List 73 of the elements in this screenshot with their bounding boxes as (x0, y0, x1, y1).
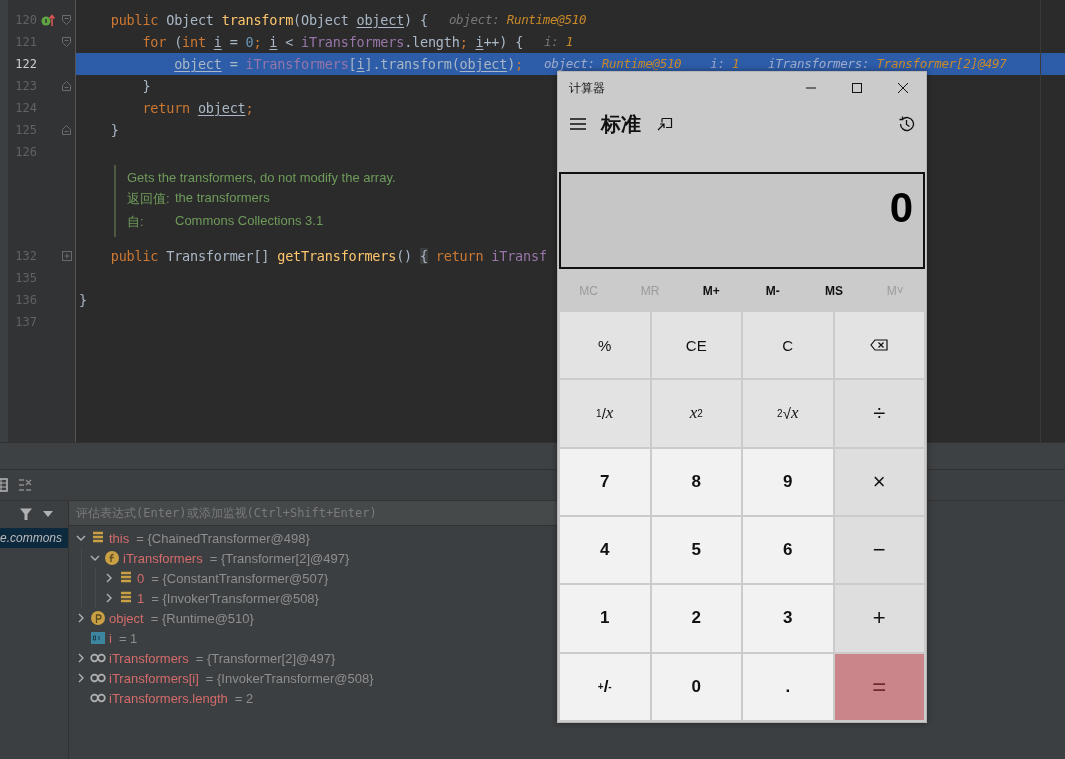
memory-button[interactable]: M+ (680, 269, 742, 312)
variable-value: = {Runtime@510} (150, 610, 254, 626)
digit-key[interactable]: 5 (651, 517, 741, 584)
close-icon[interactable] (897, 82, 909, 94)
variable-value: = {ChainedTransformer@498} (136, 530, 310, 546)
function-key[interactable]: $^{1}$/x (560, 380, 650, 447)
memory-button[interactable]: M- (742, 269, 804, 312)
digit-key[interactable]: 9 (743, 448, 833, 515)
code-line: } (79, 292, 87, 308)
code-line: public Transformer[] getTransformers() { return iTransf (109, 248, 547, 264)
variable-value: = {Transformer[2]@497} (195, 650, 336, 666)
fold-icon[interactable] (60, 250, 73, 262)
digit-key[interactable]: 6 (743, 517, 833, 584)
operator-key[interactable]: − (834, 517, 924, 584)
code-line: object = iTransformers[i].transform(object); (173, 56, 524, 72)
digit-key[interactable]: 4 (560, 517, 650, 584)
backspace-icon (870, 339, 889, 352)
variable-value: = 2 (234, 690, 254, 706)
variable-value: = {InvokerTransformer@508} (205, 670, 374, 686)
doc-value: Commons Collections 3.1 (175, 213, 324, 230)
display-value: 0 (889, 184, 913, 232)
dropdown-caret-icon[interactable] (43, 510, 53, 517)
stack-frame[interactable]: e.commons (0, 528, 68, 548)
code-line: public Object transform(Object object) { (109, 12, 428, 28)
equals-key[interactable]: = (834, 653, 924, 720)
operator-key[interactable]: + (834, 585, 924, 652)
inline-hint: object: Runtime@510 i: 1 iTransformers: Transformer[2]@497 (544, 58, 1007, 70)
fold-icon[interactable] (60, 80, 73, 92)
history-icon[interactable] (897, 115, 915, 133)
digit-key[interactable]: 0 (651, 653, 741, 720)
digit-key[interactable]: 7 (560, 448, 650, 515)
operator-key[interactable]: × (834, 448, 924, 515)
digit-key[interactable]: 1 (560, 585, 650, 652)
variable-value: = {ConstantTransformer@507} (151, 570, 329, 586)
menu-icon[interactable] (569, 117, 587, 131)
field-icon (104, 550, 120, 566)
inline-hint: i: 1 (544, 36, 573, 48)
variable-value: = {InvokerTransformer@508} (151, 590, 319, 606)
table-icon[interactable] (0, 478, 8, 492)
filter-icon[interactable] (19, 506, 33, 521)
operator-key[interactable]: ÷ (834, 380, 924, 447)
line-number: 122 (14, 57, 37, 71)
function-key[interactable]: C (743, 312, 833, 379)
doc-text: Gets the transformers, do not modify the array. (127, 170, 396, 185)
code-line: return object; (141, 100, 254, 116)
maximize-icon[interactable] (851, 82, 863, 94)
override-marker-icon[interactable] (41, 13, 55, 27)
memory-button[interactable]: MS (803, 269, 865, 312)
function-key[interactable]: $^{2}$√x (743, 380, 833, 447)
digit-key[interactable]: . (743, 653, 833, 720)
layout-icon[interactable] (18, 479, 32, 491)
primitive-icon (90, 630, 106, 646)
window-title: 计算器 (568, 79, 606, 97)
code-line: } (109, 122, 119, 138)
variable-value: = {Transformer[2]@497} (209, 550, 350, 566)
doc-label: 自: (127, 213, 145, 231)
digit-key[interactable]: 3 (743, 585, 833, 652)
function-key[interactable]: CE (651, 312, 741, 379)
keep-on-top-icon[interactable] (657, 117, 673, 131)
fold-icon[interactable] (60, 14, 73, 26)
fold-icon[interactable] (60, 124, 73, 136)
parameter-icon (90, 610, 106, 626)
doc-label: 返回值: (127, 190, 171, 208)
digit-key[interactable]: 8 (651, 448, 741, 515)
code-line: } (141, 78, 151, 94)
code-line: for (int i = 0; i < iTransformers.length; i++) { (141, 34, 524, 50)
fold-icon[interactable] (60, 36, 73, 48)
digit-key[interactable]: 2 (651, 585, 741, 652)
doc-value: the transformers (175, 190, 270, 207)
inline-hint: object: Runtime@510 (448, 14, 587, 26)
variable-value: = 1 (118, 630, 138, 646)
function-key[interactable]: % (560, 312, 650, 379)
mode-title: 标准 (601, 111, 641, 137)
